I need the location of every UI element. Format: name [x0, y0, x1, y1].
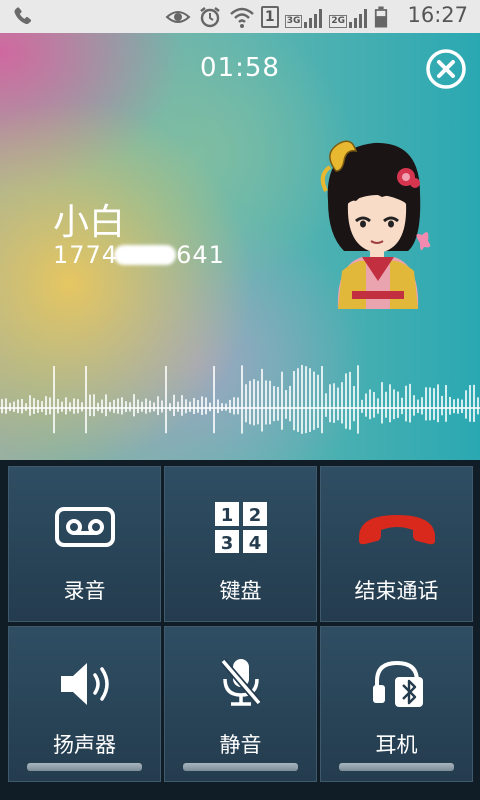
status-icons: 1 3G 2G [165, 4, 388, 30]
audio-waveform [0, 364, 480, 434]
keypad-label: 键盘 [219, 579, 262, 603]
alarm-icon [199, 7, 220, 28]
call-header: 01:58 小白 1774 641 [0, 33, 480, 460]
headset-label: 耳机 [375, 733, 418, 757]
battery-icon [374, 6, 388, 28]
mute-mic-icon [219, 658, 262, 706]
caller-number-suffix: 641 [176, 241, 225, 269]
caller-avatar [320, 140, 431, 309]
key-2: 2 [248, 505, 261, 526]
caller-name: 小白 [53, 202, 126, 243]
end-call-icon [358, 515, 435, 545]
status-bar: 1 3G 2G 16:27 [0, 0, 480, 33]
speaker-indicator [27, 763, 142, 771]
speaker-icon [60, 663, 109, 705]
mute-indicator [183, 763, 298, 771]
signal-3g-icon: 3G [284, 6, 324, 28]
keypad-button[interactable]: 1 2 3 4 键盘 [164, 466, 317, 622]
key-1: 1 [220, 505, 233, 526]
key-3: 3 [220, 533, 233, 553]
close-icon[interactable] [425, 48, 467, 90]
call-duration: 01:58 [200, 53, 280, 83]
cassette-record-icon [54, 507, 115, 547]
keypad-icon: 1 2 3 4 [214, 502, 267, 553]
headset-button[interactable]: 耳机 [320, 626, 473, 782]
phone-icon [14, 7, 32, 25]
caller-number-prefix: 1774 [53, 241, 119, 269]
call-controls: 录音 1 2 3 4 键盘 结束通话 扬声器 静音 耳机 [0, 460, 480, 800]
speaker-label: 扬声器 [53, 733, 116, 757]
sim-icon: 1 [260, 6, 279, 28]
caller-number: 1774 641 [53, 241, 225, 269]
number-mask [114, 245, 177, 265]
signal-2g-icon: 2G [329, 6, 368, 28]
headset-indicator [339, 763, 454, 771]
signal-bars-icon [349, 9, 367, 28]
mute-label: 静音 [219, 733, 262, 757]
record-label: 录音 [63, 579, 106, 603]
speaker-button[interactable]: 扬声器 [8, 626, 161, 782]
signal-bars-icon [304, 9, 323, 28]
status-time: 16:27 [407, 3, 468, 27]
key-4: 4 [248, 533, 261, 553]
wifi-icon [229, 7, 254, 28]
mute-button[interactable]: 静音 [164, 626, 317, 782]
network-primary-label: 3G [284, 15, 303, 28]
record-button[interactable]: 录音 [8, 466, 161, 622]
end-call-button[interactable]: 结束通话 [320, 466, 473, 622]
bluetooth-headset-icon [372, 660, 423, 707]
end-call-label: 结束通话 [354, 579, 439, 603]
eye-icon [165, 11, 191, 23]
network-secondary-label: 2G [329, 15, 347, 28]
